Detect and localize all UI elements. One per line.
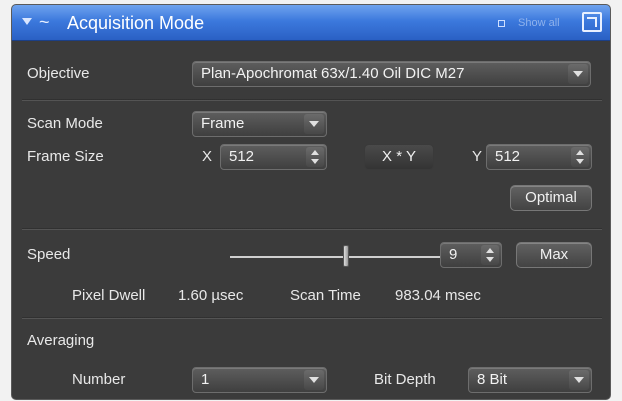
speed-slider-track[interactable]	[230, 256, 440, 258]
spin-arrows-icon[interactable]	[306, 147, 324, 167]
spin-arrows-icon[interactable]	[481, 245, 499, 265]
collapse-arrow-icon[interactable]	[22, 18, 32, 25]
averaging-label: Averaging	[27, 332, 95, 349]
bit-depth-select[interactable]: 8 Bit	[468, 367, 592, 393]
scan-mode-select[interactable]: Frame	[192, 111, 327, 137]
pixel-dwell-value: 1.60 µsec	[178, 287, 244, 304]
frame-y-value[interactable]: 512	[495, 148, 520, 165]
chevron-down-icon[interactable]	[569, 370, 589, 390]
scan-time-value: 983.04 msec	[395, 287, 481, 304]
objective-value: Plan-Apochromat 63x/1.40 Oil DIC M27	[201, 65, 465, 82]
frame-size-label: Frame Size	[27, 148, 104, 165]
max-button[interactable]: Max	[516, 242, 592, 268]
objective-select[interactable]: Plan-Apochromat 63x/1.40 Oil DIC M27	[192, 61, 591, 87]
chevron-down-icon[interactable]	[304, 370, 324, 390]
panel-header[interactable]: ~ Acquisition Mode Show all	[12, 5, 610, 41]
speed-input[interactable]: 9	[440, 242, 502, 268]
bit-depth-label: Bit Depth	[374, 371, 436, 388]
divider	[22, 317, 602, 319]
frame-x-input[interactable]: 512	[220, 144, 327, 170]
acquisition-mode-panel: ~ Acquisition Mode Show all Objective Pl…	[11, 4, 611, 400]
show-all-checkbox[interactable]	[498, 20, 505, 27]
xy-button[interactable]: X * Y	[364, 144, 434, 170]
chevron-down-icon[interactable]	[304, 114, 324, 134]
undock-icon[interactable]	[582, 12, 602, 32]
divider	[22, 228, 602, 230]
frame-x-label: X	[202, 148, 213, 165]
divider	[22, 99, 602, 101]
scan-mode-value: Frame	[201, 115, 245, 132]
show-all-label[interactable]: Show all	[518, 17, 560, 29]
tool-wave-icon: ~	[39, 12, 50, 32]
spin-arrows-icon[interactable]	[571, 147, 589, 167]
speed-label: Speed	[27, 246, 71, 263]
scan-time-label: Scan Time	[290, 287, 361, 304]
speed-value[interactable]: 9	[449, 246, 457, 263]
objective-label: Objective	[27, 65, 90, 82]
number-select[interactable]: 1	[192, 367, 327, 393]
pixel-dwell-label: Pixel Dwell	[72, 287, 146, 304]
frame-y-input[interactable]: 512	[486, 144, 592, 170]
bit-depth-value: 8 Bit	[477, 371, 508, 388]
speed-slider-thumb[interactable]	[342, 245, 349, 267]
optimal-button[interactable]: Optimal	[510, 185, 592, 211]
panel-title: Acquisition Mode	[67, 13, 205, 33]
scan-mode-label: Scan Mode	[27, 115, 103, 132]
number-label: Number	[72, 371, 126, 388]
number-value: 1	[201, 371, 210, 388]
frame-y-label: Y	[472, 148, 483, 165]
chevron-down-icon[interactable]	[568, 64, 588, 84]
frame-x-value[interactable]: 512	[229, 148, 254, 165]
